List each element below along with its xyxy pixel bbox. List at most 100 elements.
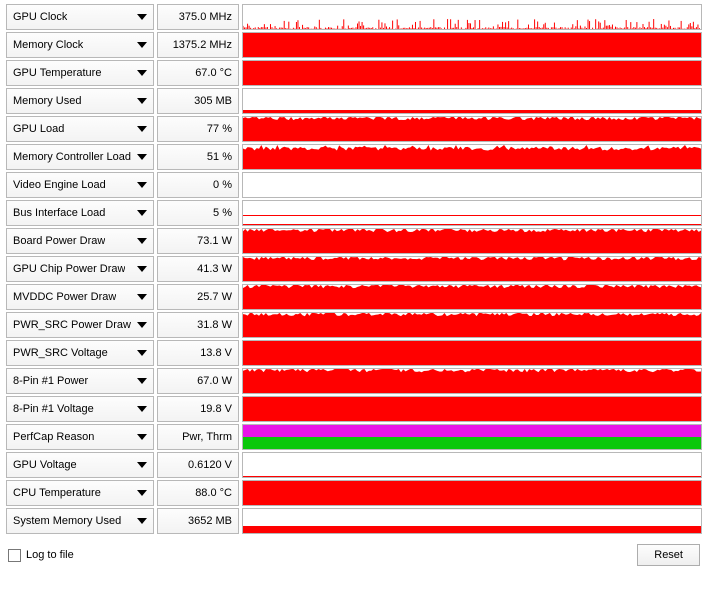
- sensor-row: Board Power Draw73.1 W: [6, 228, 702, 254]
- sensor-label: System Memory Used: [13, 515, 121, 527]
- checkbox-icon: [8, 549, 21, 562]
- reset-button[interactable]: Reset: [637, 544, 700, 566]
- sensor-label: Memory Used: [13, 95, 81, 107]
- sensor-graph: [242, 340, 702, 366]
- sensor-label: Video Engine Load: [13, 179, 106, 191]
- sensor-dropdown[interactable]: System Memory Used: [6, 508, 154, 534]
- sensor-row: Video Engine Load 0 %: [6, 172, 702, 198]
- chevron-down-icon: [137, 98, 147, 104]
- sensor-value: 13.8 V: [157, 340, 239, 366]
- sensor-value: 67.0 °C: [157, 60, 239, 86]
- sensor-dropdown[interactable]: 8-Pin #1 Power: [6, 368, 154, 394]
- chevron-down-icon: [137, 238, 147, 244]
- sensor-dropdown[interactable]: GPU Chip Power Draw: [6, 256, 154, 282]
- sensor-dropdown[interactable]: PWR_SRC Voltage: [6, 340, 154, 366]
- sensor-dropdown[interactable]: Video Engine Load: [6, 172, 154, 198]
- sensor-graph: [242, 32, 702, 58]
- sensor-graph: [242, 144, 702, 170]
- chevron-down-icon: [137, 378, 147, 384]
- sensor-value: 19.8 V: [157, 396, 239, 422]
- sensor-row: CPU Temperature 88.0 °C: [6, 480, 702, 506]
- chevron-down-icon: [137, 406, 147, 412]
- sensor-label: Bus Interface Load: [13, 207, 105, 219]
- sensor-label: PWR_SRC Power Draw: [13, 319, 131, 331]
- sensor-value: 88.0 °C: [157, 480, 239, 506]
- chevron-down-icon: [137, 210, 147, 216]
- sensor-row: System Memory Used 3652 MB: [6, 508, 702, 534]
- sensor-row: GPU Load 77 %: [6, 116, 702, 142]
- sensor-row: Memory Controller Load 51 %: [6, 144, 702, 170]
- sensor-row: GPU Voltage0.6120 V: [6, 452, 702, 478]
- sensor-dropdown[interactable]: MVDDC Power Draw: [6, 284, 154, 310]
- sensor-dropdown[interactable]: GPU Temperature: [6, 60, 154, 86]
- sensor-label: Memory Controller Load: [13, 151, 131, 163]
- sensor-dropdown[interactable]: Memory Controller Load: [6, 144, 154, 170]
- sensor-row: PWR_SRC Voltage 13.8 V: [6, 340, 702, 366]
- sensor-row: Memory Clock1375.2 MHz: [6, 32, 702, 58]
- chevron-down-icon: [137, 518, 147, 524]
- sensor-label: GPU Temperature: [13, 67, 101, 79]
- log-to-file-checkbox[interactable]: Log to file: [8, 549, 74, 562]
- sensor-label: CPU Temperature: [13, 487, 101, 499]
- chevron-down-icon: [137, 266, 147, 272]
- sensor-dropdown[interactable]: Bus Interface Load: [6, 200, 154, 226]
- sensor-label: GPU Load: [13, 123, 64, 135]
- sensor-graph: [242, 284, 702, 310]
- sensor-value: Pwr, Thrm: [157, 424, 239, 450]
- chevron-down-icon: [137, 14, 147, 20]
- sensor-graph: [242, 312, 702, 338]
- sensor-label: 8-Pin #1 Voltage: [13, 403, 94, 415]
- sensor-label: GPU Chip Power Draw: [13, 263, 125, 275]
- sensor-value: 41.3 W: [157, 256, 239, 282]
- sensor-value: 67.0 W: [157, 368, 239, 394]
- sensor-row: Memory Used 305 MB: [6, 88, 702, 114]
- sensor-graph: [242, 228, 702, 254]
- sensor-value: 77 %: [157, 116, 239, 142]
- sensor-graph: [242, 4, 702, 30]
- sensor-row: MVDDC Power Draw 25.7 W: [6, 284, 702, 310]
- sensor-dropdown[interactable]: 8-Pin #1 Voltage: [6, 396, 154, 422]
- chevron-down-icon: [137, 126, 147, 132]
- sensor-label: PerfCap Reason: [13, 431, 94, 443]
- chevron-down-icon: [137, 182, 147, 188]
- sensor-graph: [242, 88, 702, 114]
- sensor-dropdown[interactable]: Memory Used: [6, 88, 154, 114]
- sensor-label: MVDDC Power Draw: [13, 291, 116, 303]
- sensor-label: GPU Voltage: [13, 459, 77, 471]
- sensor-graph: [242, 396, 702, 422]
- sensor-dropdown[interactable]: PWR_SRC Power Draw: [6, 312, 154, 338]
- sensor-label: GPU Clock: [13, 11, 67, 23]
- sensor-graph: [242, 116, 702, 142]
- sensor-value: 25.7 W: [157, 284, 239, 310]
- sensor-dropdown[interactable]: GPU Clock: [6, 4, 154, 30]
- sensor-dropdown[interactable]: CPU Temperature: [6, 480, 154, 506]
- sensor-value: 0 %: [157, 172, 239, 198]
- sensor-dropdown[interactable]: GPU Load: [6, 116, 154, 142]
- sensor-row: PWR_SRC Power Draw31.8 W: [6, 312, 702, 338]
- sensor-value: 51 %: [157, 144, 239, 170]
- sensor-graph: [242, 200, 702, 226]
- sensor-dropdown[interactable]: GPU Voltage: [6, 452, 154, 478]
- sensor-value: 3652 MB: [157, 508, 239, 534]
- sensor-dropdown[interactable]: Memory Clock: [6, 32, 154, 58]
- chevron-down-icon: [137, 490, 147, 496]
- chevron-down-icon: [137, 350, 147, 356]
- sensor-dropdown[interactable]: Board Power Draw: [6, 228, 154, 254]
- sensor-label: PWR_SRC Voltage: [13, 347, 108, 359]
- sensor-label: Memory Clock: [13, 39, 83, 51]
- sensor-row: Bus Interface Load5 %: [6, 200, 702, 226]
- sensor-graph: [242, 508, 702, 534]
- sensor-value: 375.0 MHz: [157, 4, 239, 30]
- sensor-row: PerfCap Reason Pwr, Thrm: [6, 424, 702, 450]
- sensor-value: 305 MB: [157, 88, 239, 114]
- chevron-down-icon: [137, 462, 147, 468]
- sensor-value: 73.1 W: [157, 228, 239, 254]
- sensor-graph: [242, 256, 702, 282]
- sensor-graph: [242, 424, 702, 450]
- sensor-dropdown[interactable]: PerfCap Reason: [6, 424, 154, 450]
- sensor-row: 8-Pin #1 Power67.0 W: [6, 368, 702, 394]
- sensor-graph: [242, 368, 702, 394]
- sensor-graph: [242, 60, 702, 86]
- chevron-down-icon: [137, 70, 147, 76]
- sensor-graph: [242, 452, 702, 478]
